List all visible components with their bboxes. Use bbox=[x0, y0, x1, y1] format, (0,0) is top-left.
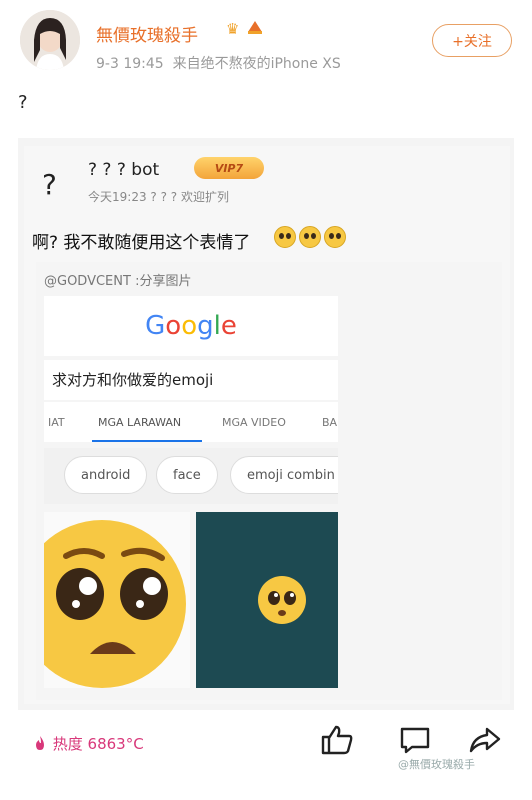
large-pleading-emoji-image bbox=[44, 512, 190, 688]
quoted-meta: 今天19:23 ? ? ? 欢迎扩列 bbox=[88, 190, 229, 204]
chip-face: face bbox=[156, 456, 218, 494]
image-source-label: @GODVCENT :分享图片 bbox=[44, 274, 192, 289]
comment-icon[interactable] bbox=[398, 724, 432, 760]
pleading-face-icon bbox=[299, 226, 321, 248]
chip-android: android bbox=[64, 456, 148, 494]
username[interactable]: 無價玫瑰殺手 bbox=[96, 21, 198, 46]
heat-indicator: 热度 6863°C bbox=[32, 733, 144, 754]
post-meta: 9-3 19:45 来自绝不熬夜的iPhone XS bbox=[96, 53, 341, 73]
crown-icon: ♛ bbox=[226, 20, 240, 38]
pleading-emoji-row bbox=[274, 226, 349, 252]
search-query: 求对方和你做爱的emoji bbox=[44, 360, 338, 400]
pleading-face-icon bbox=[324, 226, 346, 248]
tab-all: IAT bbox=[48, 416, 65, 429]
like-icon[interactable] bbox=[320, 724, 354, 760]
chip-emoji-combination: emoji combin bbox=[230, 456, 338, 494]
tab-videos: MGA VIDEO bbox=[222, 416, 286, 429]
small-pleading-emoji-image bbox=[196, 512, 338, 688]
vip-badge: VIP7 bbox=[194, 157, 264, 179]
cake-icon bbox=[246, 18, 264, 40]
share-icon[interactable] bbox=[468, 724, 502, 760]
google-header: Google bbox=[44, 296, 338, 356]
timestamp: 9-3 19:45 bbox=[96, 56, 164, 72]
watermark: @無價玫瑰殺手 bbox=[398, 758, 475, 771]
heat-value: 热度 6863°C bbox=[52, 735, 144, 753]
avatar[interactable] bbox=[20, 10, 80, 70]
quoted-username[interactable]: ? ? ? bot bbox=[88, 160, 159, 180]
tab-more: BA bbox=[322, 416, 338, 429]
quoted-caption: 啊? 我不敢随便用这个表情了 bbox=[32, 233, 251, 253]
follow-button[interactable]: +关注 bbox=[432, 24, 512, 57]
pleading-face-icon bbox=[274, 226, 296, 248]
post-text: ? bbox=[18, 92, 28, 113]
google-logo: Google bbox=[145, 311, 237, 341]
source-device: 来自绝不熬夜的iPhone XS bbox=[172, 56, 341, 72]
flame-icon bbox=[32, 735, 53, 753]
suggestion-chips: android face emoji combin bbox=[44, 448, 338, 504]
active-tab-indicator bbox=[92, 440, 202, 442]
search-tabs: IAT MGA LARAWAN MGA VIDEO BA bbox=[44, 402, 338, 442]
tab-images: MGA LARAWAN bbox=[98, 416, 182, 429]
quoted-avatar[interactable]: ? bbox=[42, 168, 57, 201]
